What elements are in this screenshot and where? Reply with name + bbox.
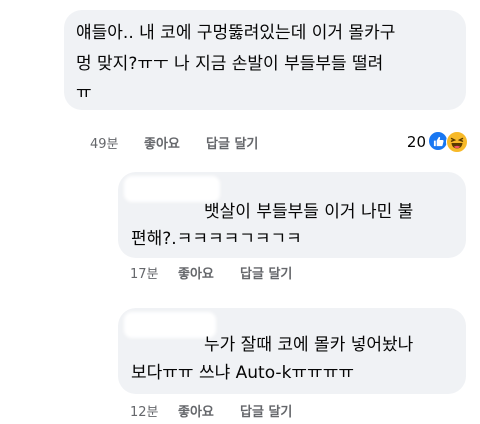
redacted-author-name bbox=[124, 176, 220, 202]
comment-2: 뱃살이 부들부들 이거 나민 불 편해?.ㅋㅋㅋㅋㄱㅋㄱㅋ 17분 좋아요 답글… bbox=[0, 160, 480, 300]
comment-text-line: 편해?.ㅋㅋㅋㅋㄱㅋㄱㅋ bbox=[131, 229, 302, 249]
comment-bubble: 얘들아.. 내 코에 구멍뚫려있는데 이거 몰카구 멍 맞지?ㅠㅜ 나 지금 손… bbox=[64, 10, 466, 110]
comment-text-line: ㅠ bbox=[76, 83, 92, 103]
reply-button[interactable]: 답글 달기 bbox=[206, 133, 258, 152]
comment-actions: 12분 좋아요 답글 달기 bbox=[130, 401, 330, 420]
comment-3: 누가 잘때 코에 몰카 넣어놨나 보다ㅠㅠ 쓰냐 Auto-kㅠㅠㅠㅠ 12분 … bbox=[0, 300, 480, 424]
comment-timestamp[interactable]: 49분 bbox=[90, 133, 119, 152]
like-button[interactable]: 좋아요 bbox=[178, 401, 214, 420]
comment-bubble: 누가 잘때 코에 몰카 넣어놨나 보다ㅠㅠ 쓰냐 Auto-kㅠㅠㅠㅠ bbox=[118, 308, 466, 394]
comment-text-line: 보다ㅠㅠ 쓰냐 Auto-kㅠㅠㅠㅠ bbox=[131, 363, 354, 383]
comment-text-line: 얘들아.. 내 코에 구멍뚫려있는데 이거 몰카구 bbox=[76, 23, 396, 43]
comment-actions: 17분 좋아요 답글 달기 bbox=[130, 263, 330, 282]
like-button[interactable]: 좋아요 bbox=[178, 263, 214, 282]
comment-text-line: 멍 맞지?ㅠㅜ 나 지금 손발이 부들부들 떨려 bbox=[76, 54, 384, 74]
reply-button[interactable]: 답글 달기 bbox=[240, 401, 292, 420]
haha-icon bbox=[446, 131, 468, 153]
comment-1: 얘들아.. 내 코에 구멍뚫려있는데 이거 몰카구 멍 맞지?ㅠㅜ 나 지금 손… bbox=[0, 0, 480, 160]
redacted-author-name bbox=[124, 312, 216, 338]
comment-text-line: 뱃살이 부들부들 이거 나민 불 bbox=[204, 202, 414, 222]
comment-timestamp[interactable]: 17분 bbox=[130, 263, 159, 282]
comment-text-line: 누가 잘때 코에 몰카 넣어놨나 bbox=[204, 335, 414, 355]
reaction-count: 20 bbox=[406, 133, 426, 151]
reply-button[interactable]: 답글 달기 bbox=[240, 263, 292, 282]
reaction-summary[interactable]: 20 bbox=[380, 131, 470, 153]
comment-actions: 49분 좋아요 답글 달기 bbox=[90, 133, 290, 152]
comment-timestamp[interactable]: 12분 bbox=[130, 401, 159, 420]
like-button[interactable]: 좋아요 bbox=[144, 133, 180, 152]
like-icon bbox=[428, 131, 448, 151]
comment-bubble: 뱃살이 부들부들 이거 나민 불 편해?.ㅋㅋㅋㅋㄱㅋㄱㅋ bbox=[118, 172, 466, 258]
